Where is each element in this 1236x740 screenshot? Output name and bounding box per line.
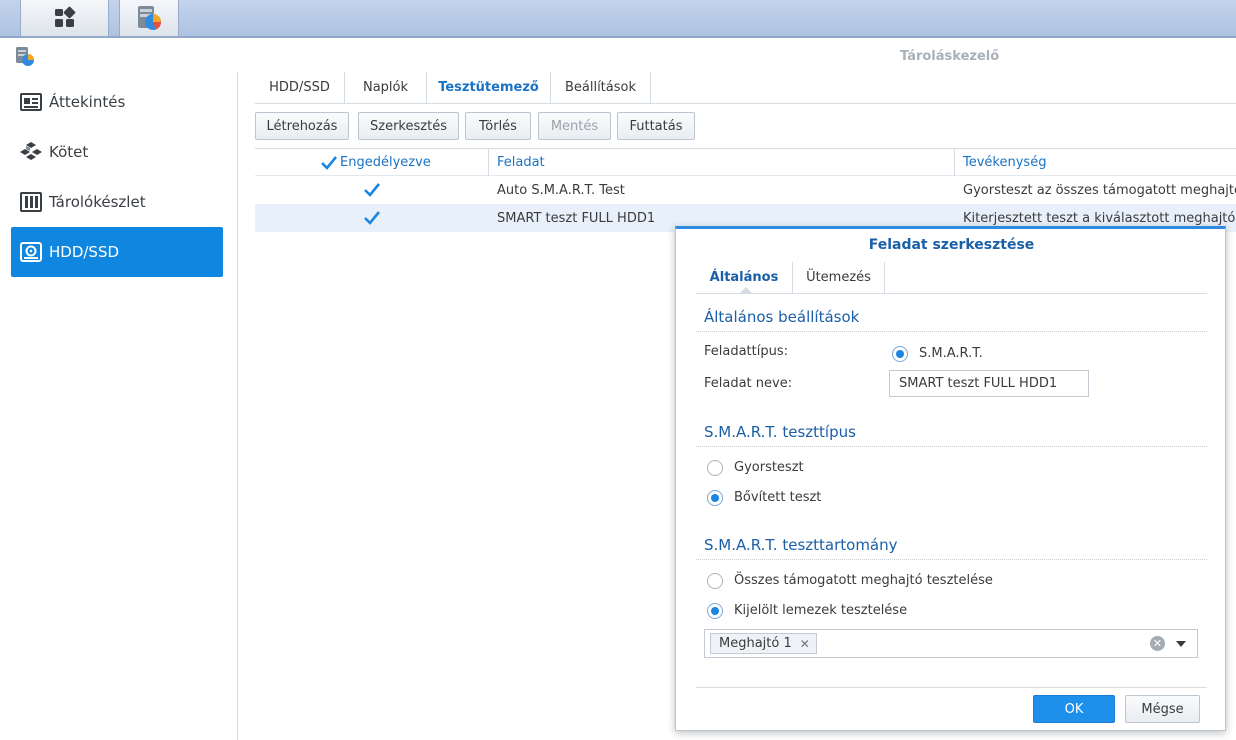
run-button[interactable]: Futtatás xyxy=(617,112,695,140)
table-row[interactable]: Auto S.M.A.R.T. Test Gyorsteszt az össze… xyxy=(255,176,1236,204)
remove-tag-icon[interactable]: ✕ xyxy=(800,637,810,651)
storage-manager-taskbar-button[interactable] xyxy=(119,0,179,37)
section-title-test-range: S.M.A.R.T. teszttartomány xyxy=(704,536,898,554)
hdd-icon xyxy=(20,241,42,263)
checkmark-icon xyxy=(364,211,381,225)
active-tab-caret xyxy=(740,287,752,293)
section-title-test-type: S.M.A.R.T. teszttípus xyxy=(704,423,856,441)
edit-task-dialog: Feladat szerkesztése Általános Ütemezés … xyxy=(675,226,1226,731)
cancel-button[interactable]: Mégse xyxy=(1125,695,1200,723)
storage-pool-icon xyxy=(20,191,42,213)
overview-icon xyxy=(20,91,42,113)
all-drives-radio[interactable] xyxy=(707,573,723,589)
storage-manager-icon xyxy=(138,6,162,30)
task-name-cell: SMART teszt FULL HDD1 xyxy=(497,210,656,226)
save-button: Mentés xyxy=(538,112,611,140)
grid-header: Engedélyezve Feladat Tevékenység xyxy=(255,148,1236,176)
sidebar-item-label: HDD/SSD xyxy=(49,243,120,261)
task-type-radio[interactable] xyxy=(892,346,908,362)
clear-icon[interactable]: ✕ xyxy=(1150,636,1165,651)
edit-button[interactable]: Szerkesztés xyxy=(358,112,459,140)
dialog-tabs: Általános Ütemezés xyxy=(696,262,1207,294)
grid-icon xyxy=(54,6,75,27)
main-menu-button[interactable] xyxy=(20,0,109,37)
checkmark-icon xyxy=(364,183,381,197)
tab-logs[interactable]: Naplók xyxy=(345,72,427,103)
delete-button[interactable]: Törlés xyxy=(465,112,531,140)
disk-select-field[interactable]: Meghajtó 1 ✕ ✕ xyxy=(704,629,1198,658)
sidebar-item-label: Áttekintés xyxy=(49,93,126,111)
enabled-checkbox[interactable] xyxy=(363,176,381,204)
volume-icon xyxy=(20,141,42,163)
sidebar-item-overview[interactable]: Áttekintés xyxy=(11,77,223,127)
selected-disks-label: Kijelölt lemezek tesztelése xyxy=(734,603,908,618)
quick-test-radio[interactable] xyxy=(707,460,723,476)
tab-test-scheduler[interactable]: Tesztütemező xyxy=(427,72,551,103)
task-name-cell: Auto S.M.A.R.T. Test xyxy=(497,182,625,198)
column-action-header[interactable]: Tevékenység xyxy=(963,149,1046,176)
quick-test-label: Gyorsteszt xyxy=(734,460,804,475)
tab-settings[interactable]: Beállítások xyxy=(551,72,651,103)
window-titlebar: Tároláskezelő xyxy=(0,40,1236,72)
tab-hdd-ssd[interactable]: HDD/SSD xyxy=(255,72,345,103)
selected-disks-radio[interactable] xyxy=(707,603,723,619)
sidebar-item-label: Tárolókészlet xyxy=(49,193,146,211)
taskbar xyxy=(0,0,1236,38)
window-title: Tároláskezelő xyxy=(900,49,1000,64)
action-cell: Gyorsteszt az összes támogatott meghajtó… xyxy=(963,182,1236,198)
ok-button[interactable]: OK xyxy=(1033,695,1115,723)
tab-schedule[interactable]: Ütemezés xyxy=(793,262,885,293)
all-drives-label: Összes támogatott meghajtó tesztelése xyxy=(734,573,993,588)
dialog-title: Feladat szerkesztése xyxy=(868,237,1035,253)
column-task-header[interactable]: Feladat xyxy=(497,149,545,176)
storage-manager-icon xyxy=(14,46,36,72)
main-tabs: HDD/SSD Naplók Tesztütemező Beállítások xyxy=(255,72,1236,104)
section-title-general: Általános beállítások xyxy=(704,308,860,326)
task-name-input[interactable]: SMART teszt FULL HDD1 xyxy=(889,370,1089,397)
sidebar-item-volume[interactable]: Kötet xyxy=(11,127,223,177)
sidebar: Áttekintés Kötet Tárolókészlet HDD/SSD xyxy=(0,72,238,740)
disk-tag: Meghajtó 1 ✕ xyxy=(710,633,817,654)
task-type-value: S.M.A.R.T. xyxy=(919,346,983,361)
check-all-icon[interactable] xyxy=(320,154,338,172)
extended-test-radio[interactable] xyxy=(707,490,723,506)
sidebar-item-storage-pool[interactable]: Tárolókészlet xyxy=(11,177,223,227)
task-type-label: Feladattípus: xyxy=(704,344,789,359)
extended-test-label: Bővített teszt xyxy=(734,490,822,505)
sidebar-item-label: Kötet xyxy=(49,143,89,161)
enabled-checkbox[interactable] xyxy=(363,204,381,232)
chevron-down-icon[interactable] xyxy=(1176,641,1186,647)
sidebar-item-hdd-ssd[interactable]: HDD/SSD xyxy=(11,227,223,277)
column-enabled-header[interactable]: Engedélyezve xyxy=(320,149,431,176)
task-name-label: Feladat neve: xyxy=(704,376,793,391)
create-button[interactable]: Létrehozás xyxy=(255,112,349,140)
